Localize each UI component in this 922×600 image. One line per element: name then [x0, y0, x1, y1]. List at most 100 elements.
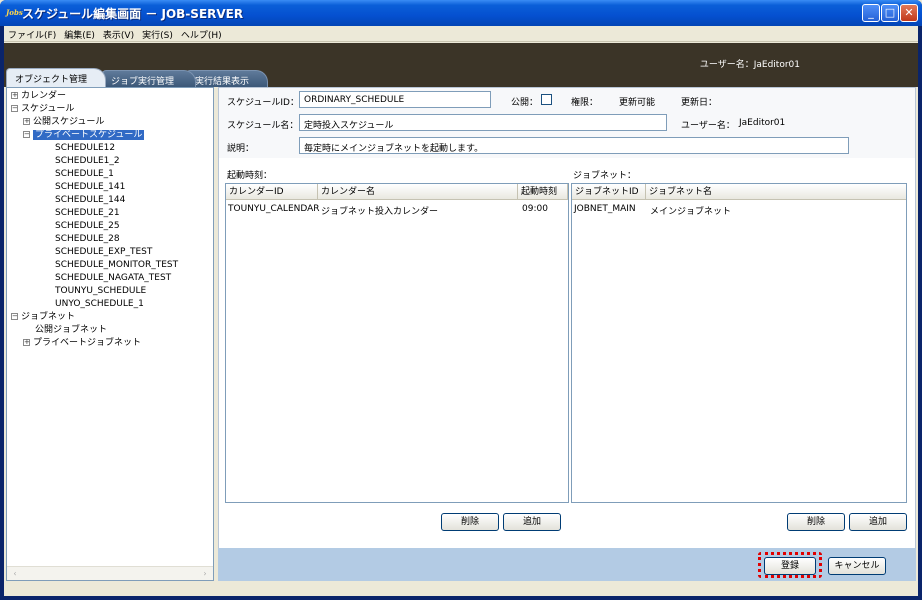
tree-node-label: SCHEDULE12 — [55, 143, 116, 153]
description-label: 説明： — [227, 144, 255, 154]
jobnets-table[interactable]: ジョブネットID ジョブネット名 JOBNET_MAIN メインジョブネット — [571, 183, 907, 503]
column-calendar-id[interactable]: カレンダーID — [226, 184, 318, 200]
tree-node[interactable]: SCHEDULE1_2 — [7, 155, 213, 168]
tab-job-execution[interactable]: ジョブ実行管理 — [102, 70, 196, 87]
register-button[interactable]: 登録 — [764, 557, 816, 575]
collapse-icon[interactable]: − — [23, 131, 30, 138]
jobnets-label: ジョブネット： — [573, 171, 637, 181]
tab-execution-results[interactable]: 実行結果表示 — [186, 70, 268, 87]
cell-jobnet-id: JOBNET_MAIN — [574, 204, 636, 214]
start-times-table[interactable]: カレンダーID カレンダー名 起動時刻 TOUNYU_CALENDAR ジョブネ… — [225, 183, 569, 503]
tree-node-label: スケジュール — [21, 104, 75, 114]
tree-node[interactable]: TOUNYU_SCHEDULE — [7, 285, 213, 298]
tree-node[interactable]: + 公開スケジュール — [7, 116, 213, 129]
app-header: ユーザー名：JaEditor01 実行結果表示 ジョブ実行管理 オブジェクト管理 — [4, 43, 918, 87]
table-header: ジョブネットID ジョブネット名 — [572, 184, 906, 200]
menu-file[interactable]: ファイル(F) — [4, 26, 60, 41]
tree-node[interactable]: SCHEDULE_EXP_TEST — [7, 246, 213, 259]
tree-node[interactable]: SCHEDULE_25 — [7, 220, 213, 233]
cancel-button[interactable]: キャンセル — [828, 557, 886, 575]
tab-object-management[interactable]: オブジェクト管理 — [6, 68, 106, 87]
scroll-left-icon[interactable]: ‹ — [9, 568, 21, 579]
tree-node-label: SCHEDULE_EXP_TEST — [55, 247, 153, 257]
table-header: カレンダーID カレンダー名 起動時刻 — [226, 184, 568, 200]
collapse-icon[interactable]: − — [11, 105, 18, 112]
tab-label: 実行結果表示 — [195, 77, 250, 87]
tree-node[interactable]: SCHEDULE_28 — [7, 233, 213, 246]
tree-node[interactable]: SCHEDULE_144 — [7, 194, 213, 207]
tree-node-label: SCHEDULE_28 — [55, 234, 120, 244]
tree-node[interactable]: − スケジュール — [7, 103, 213, 116]
tree-node[interactable]: SCHEDULE12 — [7, 142, 213, 155]
column-jobnet-name[interactable]: ジョブネット名 — [646, 184, 906, 200]
permission-label: 権限： — [571, 98, 599, 108]
jobnet-delete-button[interactable]: 削除 — [787, 513, 845, 531]
tree-node-label: SCHEDULE_NAGATA_TEST — [55, 273, 172, 283]
expand-icon[interactable]: + — [11, 92, 18, 99]
object-tree-panel: + カレンダー − スケジュール + 公開スケジュール − プライベートスケジュール SCHED… — [6, 87, 214, 581]
menu-help[interactable]: ヘルプ(H) — [177, 26, 226, 41]
maximize-button[interactable]: □ — [881, 4, 899, 22]
schedule-name-field[interactable]: 定時投入スケジュール — [299, 114, 667, 131]
tree-node[interactable]: SCHEDULE_1 — [7, 168, 213, 181]
schedule-name-label: スケジュール名： — [227, 121, 299, 131]
start-time-delete-button[interactable]: 削除 — [441, 513, 499, 531]
cell-jobnet-name: メインジョブネット — [650, 207, 732, 217]
close-icon: ✕ — [904, 6, 914, 19]
menu-run[interactable]: 実行(S) — [138, 26, 177, 41]
tree-node-label: カレンダー — [21, 91, 67, 101]
schedule-form: スケジュールID： ORDINARY_SCHEDULE 公開： 権限： 更新可能… — [219, 88, 915, 158]
owner-label: ユーザー名： — [681, 121, 735, 131]
tree-node-label: SCHEDULE_144 — [55, 195, 126, 205]
tree-node-label: UNYO_SCHEDULE_1 — [55, 299, 144, 309]
close-button[interactable]: ✕ — [900, 4, 918, 22]
tree-node[interactable]: − プライベートスケジュール — [7, 129, 213, 142]
tree-node[interactable]: + プライベートジョブネット — [7, 337, 213, 350]
tree-node-label: SCHEDULE_141 — [55, 182, 126, 192]
tree-node[interactable]: UNYO_SCHEDULE_1 — [7, 298, 213, 311]
menu-edit[interactable]: 編集(E) — [60, 26, 99, 41]
scroll-right-icon[interactable]: › — [199, 568, 211, 579]
tree-node[interactable]: SCHEDULE_MONITOR_TEST — [7, 259, 213, 272]
horizontal-scrollbar[interactable]: ‹ › — [7, 566, 213, 580]
menu-view[interactable]: 表示(V) — [99, 26, 138, 41]
minimize-button[interactable]: _ — [862, 4, 880, 22]
cell-calendar-name: ジョブネット投入カレンダー — [321, 207, 439, 217]
public-label: 公開： — [511, 98, 539, 108]
object-tree[interactable]: + カレンダー − スケジュール + 公開スケジュール − プライベートスケジュール SCHED… — [7, 88, 213, 566]
tree-node-label: SCHEDULE_1 — [55, 169, 114, 179]
permission-value: 更新可能 — [619, 98, 656, 108]
tree-node[interactable]: − ジョブネット — [7, 311, 213, 324]
description-field[interactable]: 毎定時にメインジョブネットを起動します。 — [299, 137, 849, 154]
schedule-id-field[interactable]: ORDINARY_SCHEDULE — [299, 91, 491, 108]
schedule-edit-panel: スケジュールID： ORDINARY_SCHEDULE 公開： 権限： 更新可能… — [218, 87, 916, 581]
jobnet-add-button[interactable]: 追加 — [849, 513, 907, 531]
updated-date-label: 更新日： — [681, 98, 718, 108]
title-bar[interactable]: Jobs スケジュール編集画面 － JOB-SERVER _ □ ✕ — [0, 0, 922, 26]
collapse-icon[interactable]: − — [11, 313, 18, 320]
cell-calendar-id: TOUNYU_CALENDAR — [228, 204, 320, 214]
start-time-add-button[interactable]: 追加 — [503, 513, 561, 531]
expand-icon[interactable]: + — [23, 339, 30, 346]
tree-node-label: プライベートスケジュール — [33, 130, 145, 140]
tree-node[interactable]: + カレンダー — [7, 90, 213, 103]
expand-icon[interactable]: + — [23, 118, 30, 125]
owner-value: JaEditor01 — [739, 118, 786, 128]
tree-node-label: プライベートジョブネット — [33, 338, 142, 348]
column-start-time[interactable]: 起動時刻 — [518, 184, 568, 200]
column-jobnet-id[interactable]: ジョブネットID — [572, 184, 646, 200]
tree-node[interactable]: SCHEDULE_NAGATA_TEST — [7, 272, 213, 285]
tree-node-label: ジョブネット — [21, 312, 76, 322]
header-user-name: ユーザー名：JaEditor01 — [699, 60, 800, 70]
tab-label: ジョブ実行管理 — [111, 77, 175, 87]
tree-node[interactable]: SCHEDULE_141 — [7, 181, 213, 194]
tree-node-label: 公開スケジュール — [33, 117, 105, 127]
schedule-id-label: スケジュールID： — [227, 98, 299, 108]
application-window: Jobs スケジュール編集画面 － JOB-SERVER _ □ ✕ ファイル(… — [0, 0, 922, 600]
tree-node[interactable]: SCHEDULE_21 — [7, 207, 213, 220]
column-calendar-name[interactable]: カレンダー名 — [318, 184, 518, 200]
tree-node-label: 公開ジョブネット — [35, 325, 108, 335]
public-checkbox[interactable] — [541, 94, 552, 105]
action-bar: 登録 キャンセル — [218, 548, 916, 581]
tree-node[interactable]: 公開ジョブネット — [7, 324, 213, 337]
